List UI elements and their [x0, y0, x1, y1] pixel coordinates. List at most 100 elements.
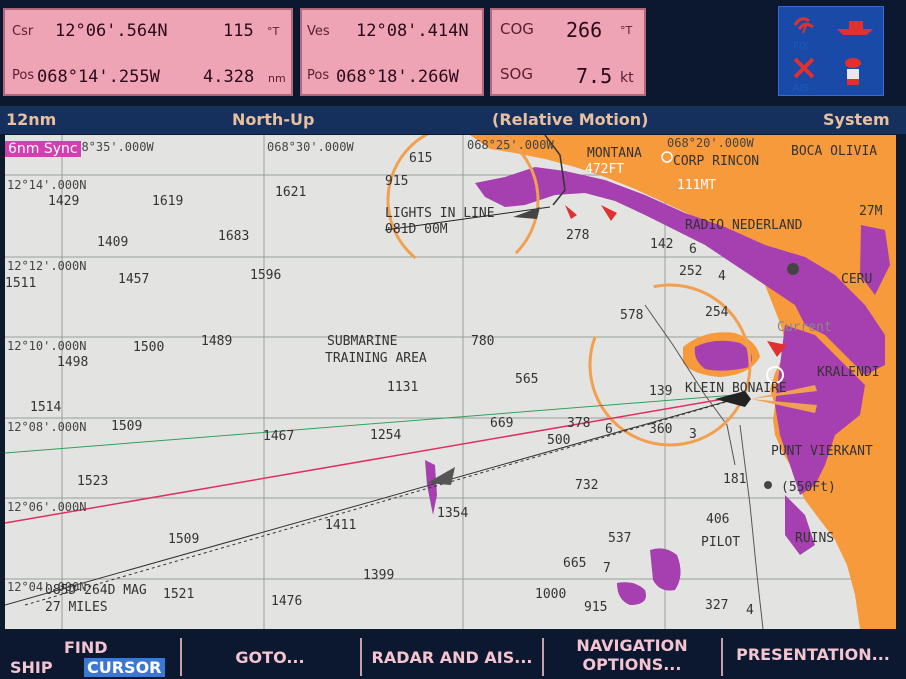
depth-label: 565 — [515, 372, 538, 387]
vessel-pos-label: Pos — [307, 68, 330, 83]
softkey-divider — [542, 638, 544, 676]
lights-in-line-label: LIGHTS IN LINE — [385, 206, 495, 221]
sync-range-badge[interactable]: 6nm Sync — [5, 141, 81, 157]
depth-label: 1511 — [5, 276, 36, 291]
lon-label: 068°20'.000W — [667, 136, 754, 150]
radar-ais-softkey[interactable]: RADAR AND AIS... — [364, 648, 540, 667]
sog-unit: kt — [620, 70, 634, 86]
course-line-red — [5, 396, 736, 524]
boca-olivia-label: BOCA OLIVIA — [791, 144, 877, 159]
chart-title-bar: 12nm North-Up (Relative Motion) System — [0, 106, 906, 134]
depth-label: 4 — [718, 269, 726, 284]
klein-bonaire-label: KLEIN BONAIRE — [685, 381, 787, 396]
position-distance-unit: nm — [268, 72, 286, 85]
buoy-icon — [845, 58, 861, 85]
lat-label: 12°08'.000N — [7, 420, 86, 434]
lon-label: 068°25'.000W — [467, 138, 554, 152]
depth-label: 1476 — [271, 594, 302, 609]
depth-label: 500 — [547, 433, 570, 448]
depth-label: 1354 — [437, 506, 468, 521]
lat-label: 12°06'.000N — [7, 500, 86, 514]
depth-label: 378 — [567, 416, 590, 431]
depth-label: 1521 — [163, 587, 194, 602]
punt-vierkant-label: PUNT VIERKANT — [771, 444, 873, 459]
sog-value: 7.5 — [576, 64, 613, 88]
depth-label: 181 — [723, 472, 746, 487]
top-data-bar: Csr 12°06'.564N 115 °T Pos 068°14'.255W … — [0, 0, 906, 104]
motion-label[interactable]: (Relative Motion) — [492, 110, 649, 129]
lat-label: 12°10'.000N — [7, 339, 86, 353]
depth-label: 406 — [706, 512, 729, 527]
course-position-box[interactable]: Csr 12°06'.564N 115 °T Pos 068°14'.255W … — [3, 8, 293, 96]
depth-label: 252 — [679, 264, 702, 279]
lat-label: 12°12'.000N — [7, 259, 86, 273]
depth-label: 1500 — [133, 340, 164, 355]
depth-label: 615 — [409, 151, 432, 166]
training-area-label: TRAINING AREA — [325, 351, 427, 366]
navigation-options-softkey[interactable]: NAVIGATION OPTIONS... — [546, 636, 718, 674]
range-label[interactable]: 12nm — [6, 110, 56, 129]
nautical-chart[interactable]: 615 915 1429 1619 1621 1409 1683 1511 14… — [5, 135, 896, 629]
goto-softkey[interactable]: GOTO... — [190, 648, 350, 667]
miles-label: 27 MILES — [45, 600, 108, 615]
ship-softkey[interactable]: SHIP — [10, 658, 53, 677]
vessel-box[interactable]: Ves 12°08'.414N Pos 068°18'.266W — [300, 8, 484, 96]
montana-label: MONTANA — [587, 146, 642, 161]
find-cursor-softkey[interactable]: CURSOR — [84, 658, 165, 677]
depth-label: 1509 — [111, 419, 142, 434]
height-550-label: (550Ft) — [781, 480, 836, 495]
depth-label: 537 — [608, 531, 631, 546]
depth-label: 3 — [689, 427, 697, 442]
depth-label: 665 — [563, 556, 586, 571]
depth-label: 1131 — [387, 380, 418, 395]
cog-sog-box[interactable]: COG 266 °T SOG 7.5 kt — [490, 8, 646, 96]
depth-label: 578 — [620, 308, 643, 323]
depth-label: 327 — [705, 598, 728, 613]
position-distance: 4.328 — [203, 67, 255, 87]
cog-value: 266 — [566, 18, 603, 42]
lat-label: 12°14'.000N — [7, 178, 86, 192]
current-label: Current — [777, 320, 832, 335]
depth-label: 1467 — [263, 429, 294, 444]
pilot-label: PILOT — [701, 535, 740, 550]
depth-label: 1489 — [201, 334, 232, 349]
vessel-longitude: 068°18'.266W — [336, 67, 459, 87]
depth-label: 1254 — [370, 428, 401, 443]
depth-label: 360 — [649, 422, 672, 437]
depth-label: 1457 — [118, 272, 149, 287]
navigation-label-line1: NAVIGATION — [576, 636, 688, 655]
depth-label: 6 — [689, 242, 697, 257]
north-target-icon[interactable] — [513, 207, 540, 219]
depth-label: 1619 — [152, 194, 183, 209]
status-icons: FIX AIS — [793, 17, 873, 94]
ais-label: AIS — [793, 83, 809, 94]
fix-label: FIX — [793, 41, 809, 52]
status-icon-panel[interactable]: FIX AIS — [778, 6, 884, 96]
vessel-latitude: 12°08'.414N — [356, 21, 469, 41]
salina-line — [739, 424, 764, 629]
chart-canvas[interactable]: 615 915 1429 1619 1621 1409 1683 1511 14… — [5, 135, 896, 629]
course-latitude: 12°06'.564N — [55, 21, 168, 41]
gps-fix-icon — [793, 17, 814, 34]
cursor-option-highlight[interactable]: CURSOR — [84, 658, 165, 677]
depth-label: 4 — [746, 603, 754, 618]
lights-bearing-label: 081D 00M — [385, 222, 448, 237]
depth-label: 780 — [471, 334, 494, 349]
depth-label: 669 — [490, 416, 513, 431]
depth-label: 254 — [705, 305, 729, 320]
submarine-label: SUBMARINE — [327, 334, 397, 349]
mode-label[interactable]: System — [823, 110, 890, 129]
orientation-label[interactable]: North-Up — [232, 110, 314, 129]
course-label: Csr — [12, 24, 34, 39]
depth-label: 732 — [575, 478, 598, 493]
lon-label: 068°30'.000W — [267, 140, 354, 154]
presentation-softkey[interactable]: PRESENTATION... — [726, 645, 900, 664]
depth-soundings: 615 915 1429 1619 1621 1409 1683 1511 14… — [5, 151, 754, 618]
depth-label: 1683 — [218, 229, 249, 244]
depth-label: 1523 — [77, 474, 108, 489]
vessel-label: Ves — [307, 24, 330, 39]
height-111-label: 111MT — [677, 178, 716, 193]
depth-label: 142 — [650, 237, 673, 252]
softkey-divider — [360, 638, 362, 676]
corp-rincon-label: CORP RINCON — [673, 154, 759, 169]
